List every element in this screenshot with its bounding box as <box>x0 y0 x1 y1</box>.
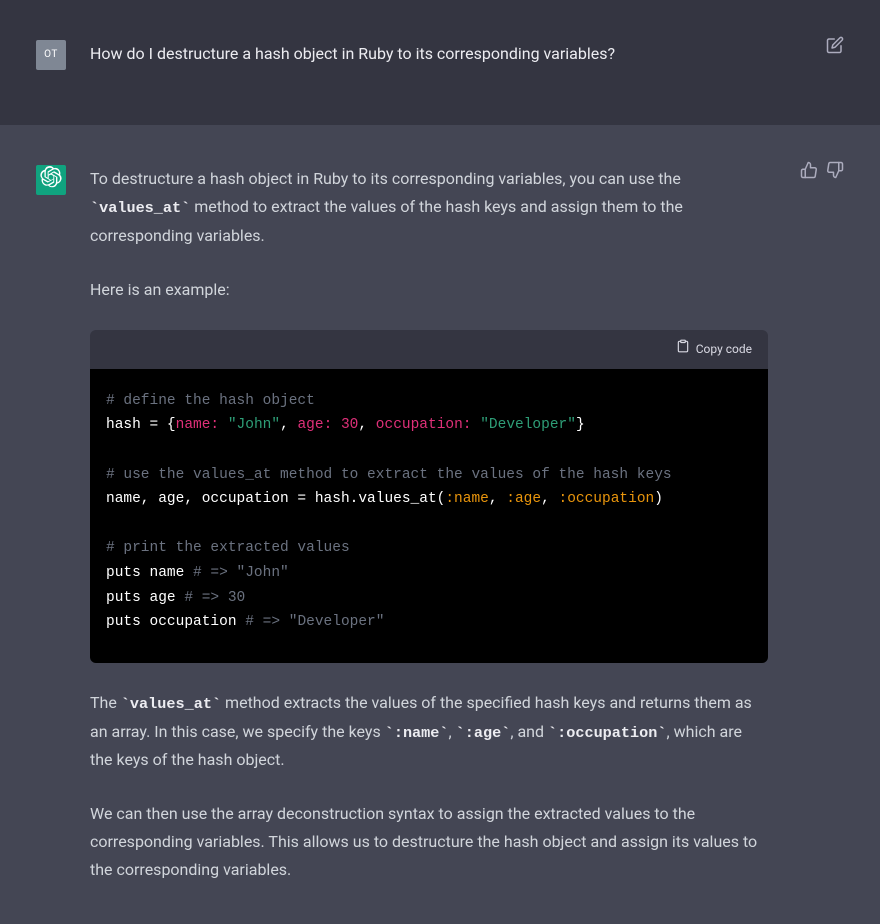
assistant-paragraph: To destructure a hash object in Ruby to … <box>90 165 768 250</box>
copy-code-label: Copy code <box>696 339 752 360</box>
code-token-comment: # => "Developer" <box>245 614 384 630</box>
code-token-comment: # => 30 <box>184 590 245 606</box>
user-message: OT How do I destructure a hash object in… <box>0 0 880 125</box>
like-button[interactable] <box>800 165 818 183</box>
user-message-body: How do I destructure a hash object in Ru… <box>90 40 794 66</box>
code-block: Copy code # define the hash object hash … <box>90 330 768 663</box>
code-token: puts age <box>106 590 184 606</box>
code-token: } <box>576 417 585 433</box>
text-span: , <box>449 722 456 741</box>
assistant-paragraph: Here is an example: <box>90 276 768 304</box>
user-avatar: OT <box>36 40 66 70</box>
inline-code: `values_at` <box>90 199 190 217</box>
user-question-text: How do I destructure a hash object in Ru… <box>90 42 794 66</box>
code-token-key: age: <box>297 417 332 433</box>
assistant-message-body: To destructure a hash object in Ruby to … <box>90 165 768 884</box>
clipboard-icon <box>676 339 690 360</box>
code-block-header: Copy code <box>90 330 768 369</box>
thumbs-up-icon <box>800 160 818 188</box>
text-span: The <box>90 693 121 712</box>
code-token-comment: # define the hash object <box>106 393 315 409</box>
code-body[interactable]: # define the hash object hash = {name: "… <box>90 369 768 663</box>
user-avatar-initials: OT <box>44 46 58 64</box>
code-token-number: 30 <box>341 417 358 433</box>
user-message-actions <box>826 40 844 58</box>
edit-icon <box>826 35 844 63</box>
assistant-message-actions <box>800 165 844 183</box>
code-token-symbol: :occupation <box>559 491 655 507</box>
code-token: ) <box>654 491 663 507</box>
openai-logo-icon <box>40 166 62 195</box>
code-token-key: occupation: <box>376 417 472 433</box>
text-span: To destructure a hash object in Ruby to … <box>90 169 681 188</box>
text-span: , and <box>510 722 548 741</box>
inline-code: `:occupation` <box>548 724 666 742</box>
assistant-paragraph: The `values_at` method extracts the valu… <box>90 689 768 774</box>
thumbs-down-icon <box>826 160 844 188</box>
code-token-comment: # print the extracted values <box>106 540 350 556</box>
code-token-symbol: :name <box>445 491 489 507</box>
code-token: puts occupation <box>106 614 245 630</box>
dislike-button[interactable] <box>826 165 844 183</box>
code-token: hash = { <box>106 417 176 433</box>
code-token: puts name <box>106 565 193 581</box>
code-token: name, age, occupation = hash.values_at( <box>106 491 445 507</box>
code-token-comment: # use the values_at method to extract th… <box>106 467 672 483</box>
code-token-string: "John" <box>228 417 280 433</box>
inline-code: `:age` <box>456 724 511 742</box>
edit-button[interactable] <box>826 40 844 58</box>
inline-code: `:name` <box>385 724 449 742</box>
inline-code: `values_at` <box>121 695 221 713</box>
code-token-key: name: <box>176 417 220 433</box>
code-token-comment: # => "John" <box>193 565 289 581</box>
code-token-string: "Developer" <box>480 417 576 433</box>
assistant-message: To destructure a hash object in Ruby to … <box>0 125 880 924</box>
copy-code-button[interactable]: Copy code <box>676 339 752 360</box>
assistant-paragraph: We can then use the array deconstruction… <box>90 800 768 884</box>
assistant-avatar <box>36 165 66 195</box>
code-token-symbol: :age <box>506 491 541 507</box>
